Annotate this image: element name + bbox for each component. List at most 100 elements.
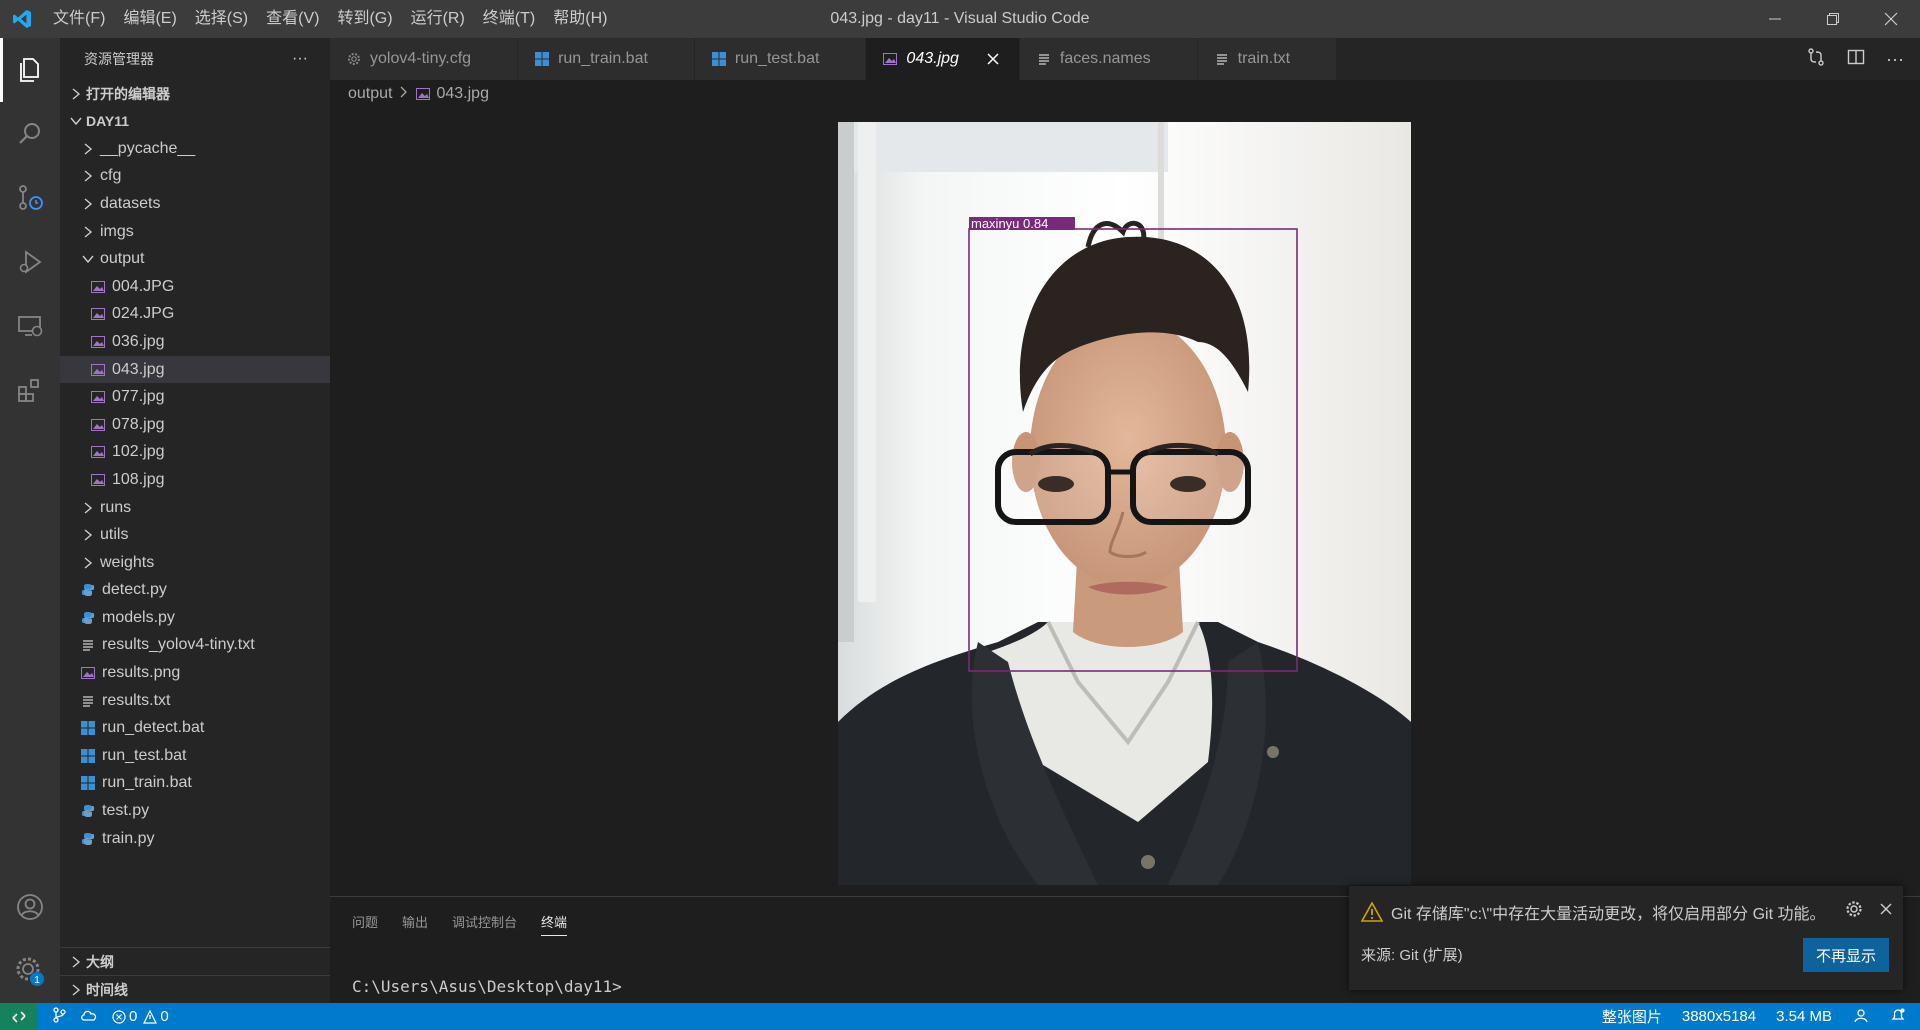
menu-bar: 文件(F) 编辑(E) 选择(S) 查看(V) 转到(G) 运行(R) 终端(T… [44, 0, 616, 38]
chevron-right-icon [80, 529, 96, 541]
git-notification-toast: Git 存储库"c:\"中存在大量活动更改，将仅启用部分 Git 功能。 来源:… [1349, 886, 1903, 990]
tab-debug-console[interactable]: 调试控制台 [452, 912, 517, 931]
tree-item-label: output [100, 250, 145, 268]
file-item[interactable]: 036.jpg [60, 328, 330, 356]
close-window-button[interactable] [1862, 0, 1920, 38]
source-control-icon[interactable] [0, 166, 60, 230]
terminal-prompt[interactable]: C:\Users\Asus\Desktop\day11> [352, 977, 622, 996]
tab-output[interactable]: 输出 [402, 912, 428, 931]
file-item[interactable]: 108.jpg [60, 466, 330, 494]
folder-item[interactable]: output [60, 245, 330, 273]
menu-go[interactable]: 转到(G) [328, 0, 401, 38]
editor-tab[interactable]: train.txt [1197, 38, 1338, 80]
text-file-icon [80, 637, 96, 653]
file-item[interactable]: results.png [60, 659, 330, 687]
manage-gear-icon[interactable]: 1 [0, 939, 60, 1003]
folder-item[interactable]: cfg [60, 163, 330, 191]
chevron-right-icon [80, 557, 96, 569]
restore-button[interactable] [1804, 0, 1862, 38]
menu-run[interactable]: 运行(R) [402, 0, 474, 38]
remote-explorer-icon[interactable] [0, 294, 60, 358]
feedback-icon[interactable] [1852, 1007, 1870, 1027]
editor-actions: ··· [1806, 38, 1904, 80]
folder-item[interactable]: runs [60, 494, 330, 522]
breadcrumb-folder[interactable]: output [348, 85, 392, 103]
problems-indicator[interactable]: 0 0 [112, 1008, 169, 1025]
editor-tab[interactable]: run_train.bat [518, 38, 695, 80]
file-item[interactable]: detect.py [60, 577, 330, 605]
file-item[interactable]: results.txt [60, 687, 330, 715]
file-item[interactable]: 077.jpg [60, 383, 330, 411]
more-actions-icon[interactable]: ··· [292, 50, 308, 68]
file-item[interactable]: results_yolov4-tiny.txt [60, 632, 330, 660]
folder-item[interactable]: utils [60, 521, 330, 549]
open-changes-icon[interactable] [1806, 47, 1826, 72]
editor-tab[interactable]: run_test.bat [694, 38, 867, 80]
image-file-size: 3.54 MB [1776, 1008, 1832, 1025]
preview-image[interactable]: maxinyu 0.84 [838, 122, 1411, 885]
remote-indicator[interactable] [0, 1003, 38, 1030]
tab-label: 043.jpg [906, 50, 959, 67]
extensions-icon[interactable] [0, 358, 60, 422]
workspace-root-label: DAY11 [86, 113, 130, 129]
tab-label: yolov4-tiny.cfg [370, 50, 472, 67]
warning-count: 0 [160, 1008, 169, 1025]
folder-item[interactable]: imgs [60, 218, 330, 246]
file-item[interactable]: run_test.bat [60, 742, 330, 770]
search-icon[interactable] [0, 102, 60, 166]
editor-tab[interactable]: yolov4-tiny.cfg [330, 38, 519, 80]
close-tab-icon[interactable] [987, 49, 999, 70]
branch-icon[interactable] [52, 1006, 66, 1027]
gear-file-icon [346, 51, 362, 67]
workspace-root-section[interactable]: DAY11 [60, 107, 330, 135]
file-item[interactable]: 102.jpg [60, 439, 330, 467]
file-item[interactable]: test.py [60, 797, 330, 825]
file-item[interactable]: models.py [60, 604, 330, 632]
breadcrumb-file[interactable]: 043.jpg [436, 85, 489, 103]
windows-file-icon [80, 775, 96, 791]
timeline-section[interactable]: 时间线 [60, 975, 330, 1003]
file-item[interactable]: 024.JPG [60, 301, 330, 329]
image-file-icon [90, 444, 106, 460]
menu-selection[interactable]: 选择(S) [186, 0, 257, 38]
more-editor-actions-icon[interactable]: ··· [1886, 49, 1904, 70]
file-item[interactable]: train.py [60, 825, 330, 853]
file-item[interactable]: 078.jpg [60, 411, 330, 439]
tab-label: faces.names [1059, 50, 1151, 67]
menu-help[interactable]: 帮助(H) [544, 0, 616, 38]
windows-file-icon [80, 720, 96, 736]
editor-tab[interactable]: faces.names [1019, 38, 1198, 80]
file-item[interactable]: run_detect.bat [60, 714, 330, 742]
outline-section[interactable]: 大纲 [60, 947, 330, 975]
account-icon[interactable] [0, 875, 60, 939]
chevron-right-icon [80, 170, 96, 182]
minimize-button[interactable] [1746, 0, 1804, 38]
tab-label: run_test.bat [734, 50, 820, 67]
dont-show-again-button[interactable]: 不再显示 [1803, 938, 1889, 972]
tab-problems[interactable]: 问题 [352, 912, 378, 931]
image-dimensions: 3880x5184 [1681, 1008, 1757, 1025]
open-editors-section[interactable]: 打开的编辑器 [60, 80, 330, 107]
explorer-icon[interactable] [0, 38, 60, 102]
menu-file[interactable]: 文件(F) [44, 0, 114, 38]
tree-item-label: imgs [100, 222, 134, 240]
menu-view[interactable]: 查看(V) [257, 0, 328, 38]
sync-cloud-icon[interactable] [80, 1008, 98, 1026]
folder-item[interactable]: datasets [60, 190, 330, 218]
menu-terminal[interactable]: 终端(T) [474, 0, 544, 38]
notifications-bell-icon[interactable] [1890, 1007, 1906, 1027]
folder-item[interactable]: __pycache__ [60, 135, 330, 163]
tab-terminal[interactable]: 终端 [541, 912, 568, 936]
split-editor-icon[interactable] [1846, 47, 1866, 72]
notification-close-icon[interactable] [1879, 902, 1893, 921]
folder-item[interactable]: weights [60, 549, 330, 577]
file-item[interactable]: 004.JPG [60, 273, 330, 301]
image-zoom-status[interactable]: 整张图片 [1602, 1006, 1662, 1027]
text-file-icon [80, 693, 96, 709]
notification-settings-gear-icon[interactable] [1845, 900, 1863, 923]
menu-edit[interactable]: 编辑(E) [114, 0, 185, 38]
editor-tab[interactable]: 043.jpg [866, 38, 1020, 80]
file-item[interactable]: 043.jpg [60, 355, 330, 384]
run-debug-icon[interactable] [0, 230, 60, 294]
file-item[interactable]: run_train.bat [60, 770, 330, 798]
